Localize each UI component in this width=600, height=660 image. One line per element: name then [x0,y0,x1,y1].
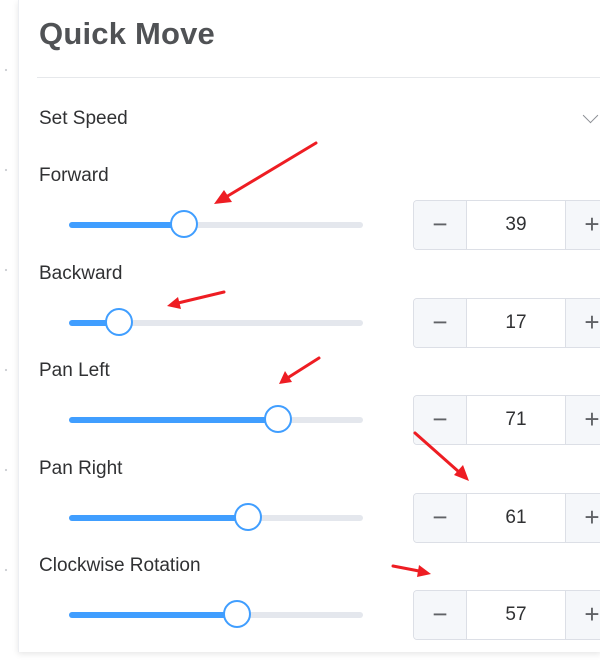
annotation-arrow-icon [391,564,431,577]
annotation-arrow-icon [413,431,469,481]
annotation-arrow-icon [279,356,321,384]
annotation-arrow-icon [214,141,318,204]
annotation-arrow-icon [167,290,226,309]
annotation-arrows [167,141,469,577]
